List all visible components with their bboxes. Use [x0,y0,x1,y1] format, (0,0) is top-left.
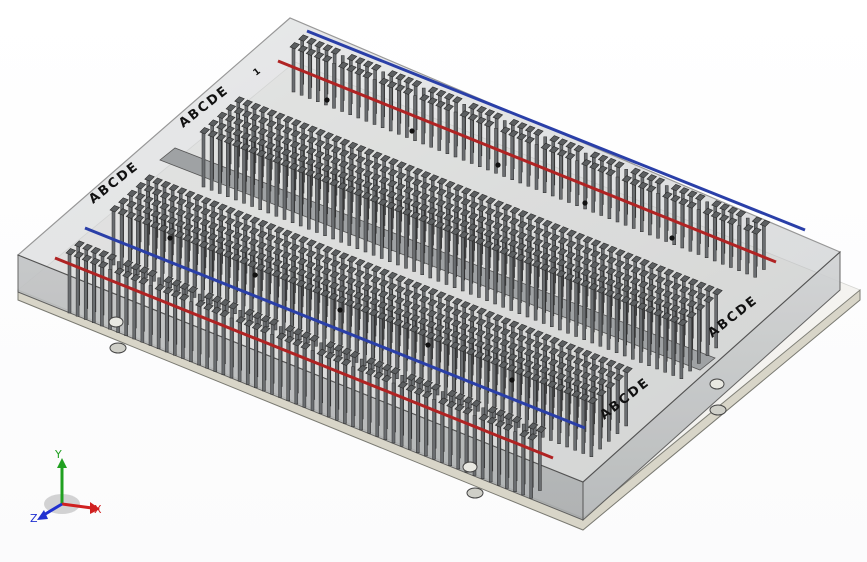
contact-pin [323,180,327,236]
contact-pin [315,177,319,233]
row-marker-dot [324,97,330,103]
contact-pin [316,56,320,102]
contact-pin [688,315,692,372]
contact-pin [364,76,369,122]
contact-pin [339,187,343,243]
contact-pin [525,261,530,318]
contact-pin [631,304,635,360]
contact-pin [582,284,586,340]
contact-pin [452,232,457,288]
contact-pin [363,196,368,253]
contact-pin [614,297,619,353]
contact-pin [226,141,230,197]
row-marker-dot [252,272,258,278]
contact-pin [509,255,514,311]
contact-pin [388,206,392,262]
contact-pin [762,224,766,270]
contact-pin [558,274,562,331]
contact-pin [347,190,352,246]
contact-pin [242,148,246,204]
contact-pin [485,245,489,301]
contact-pin [356,72,361,119]
contact-pin [550,271,554,327]
contact-pin [639,307,643,363]
contact-pin [234,144,238,201]
contact-pin [420,219,424,275]
row-marker-dot [409,128,415,134]
contact-pin [217,138,222,194]
contact-pin [622,300,627,357]
contact-pin [598,291,603,347]
contact-pin [290,167,295,223]
contact-pin [598,393,602,450]
contact-pin [663,317,667,373]
contact-pin [412,216,416,272]
contact-pin [332,63,336,109]
row-marker-dot [425,342,431,348]
contact-pin [258,154,262,210]
contact-pin [655,313,659,370]
contact-pin [250,151,254,207]
y-axis-label: Y [54,448,62,461]
contact-pin [291,46,296,93]
contact-pin [606,294,611,350]
x-axis-label: X [94,503,102,516]
contact-pin [428,222,433,279]
contact-pin [299,50,304,96]
contact-pin [209,135,214,191]
contact-pin [671,320,676,376]
contact-pin [307,53,312,99]
row-marker-dot [669,235,675,241]
contact-pin [201,131,206,188]
row-marker-dot [509,377,515,383]
contact-pin [379,203,384,259]
contact-pin [396,209,400,266]
contact-pin [590,287,595,344]
contact-pin [371,200,376,256]
contact-pin [589,401,594,457]
contact-pin [348,69,352,115]
contact-pin [493,248,497,305]
contact-pin [298,170,303,227]
contact-pin [697,308,701,364]
contact-pin [647,310,651,366]
cad-viewport[interactable]: ABCDE ABCDE ABCDE ABCDE 1 Y X Z [0,0,867,562]
contact-pin [282,164,287,220]
contact-pin [307,174,311,230]
contact-pin [340,66,344,112]
contact-pin [477,242,481,298]
contact-pin [274,161,279,217]
row-marker-dot [582,200,588,206]
breadboard-model[interactable]: ABCDE ABCDE ABCDE ABCDE 1 [0,0,867,562]
contact-pin [517,258,522,314]
contact-pin [533,265,538,321]
contact-pin [355,193,360,249]
contact-pin [566,278,570,334]
row-marker-dot [337,307,343,313]
contact-pin [266,157,271,214]
contact-pin [538,430,542,491]
contact-pin [372,79,377,125]
contact-pin [404,213,408,269]
contact-pin [574,281,578,337]
z-axis-label: Z [30,512,38,525]
contact-pin [331,183,335,240]
contact-pin [679,323,684,379]
contact-pin [436,226,441,282]
row-marker-dot [167,235,173,241]
contact-pin [501,252,505,308]
orientation-triad[interactable]: Y X Z [26,446,116,536]
contact-pin [460,235,465,292]
contact-pin [541,268,546,324]
contact-pin [444,229,449,285]
contact-pin [469,239,473,295]
row-marker-dot [495,162,501,168]
